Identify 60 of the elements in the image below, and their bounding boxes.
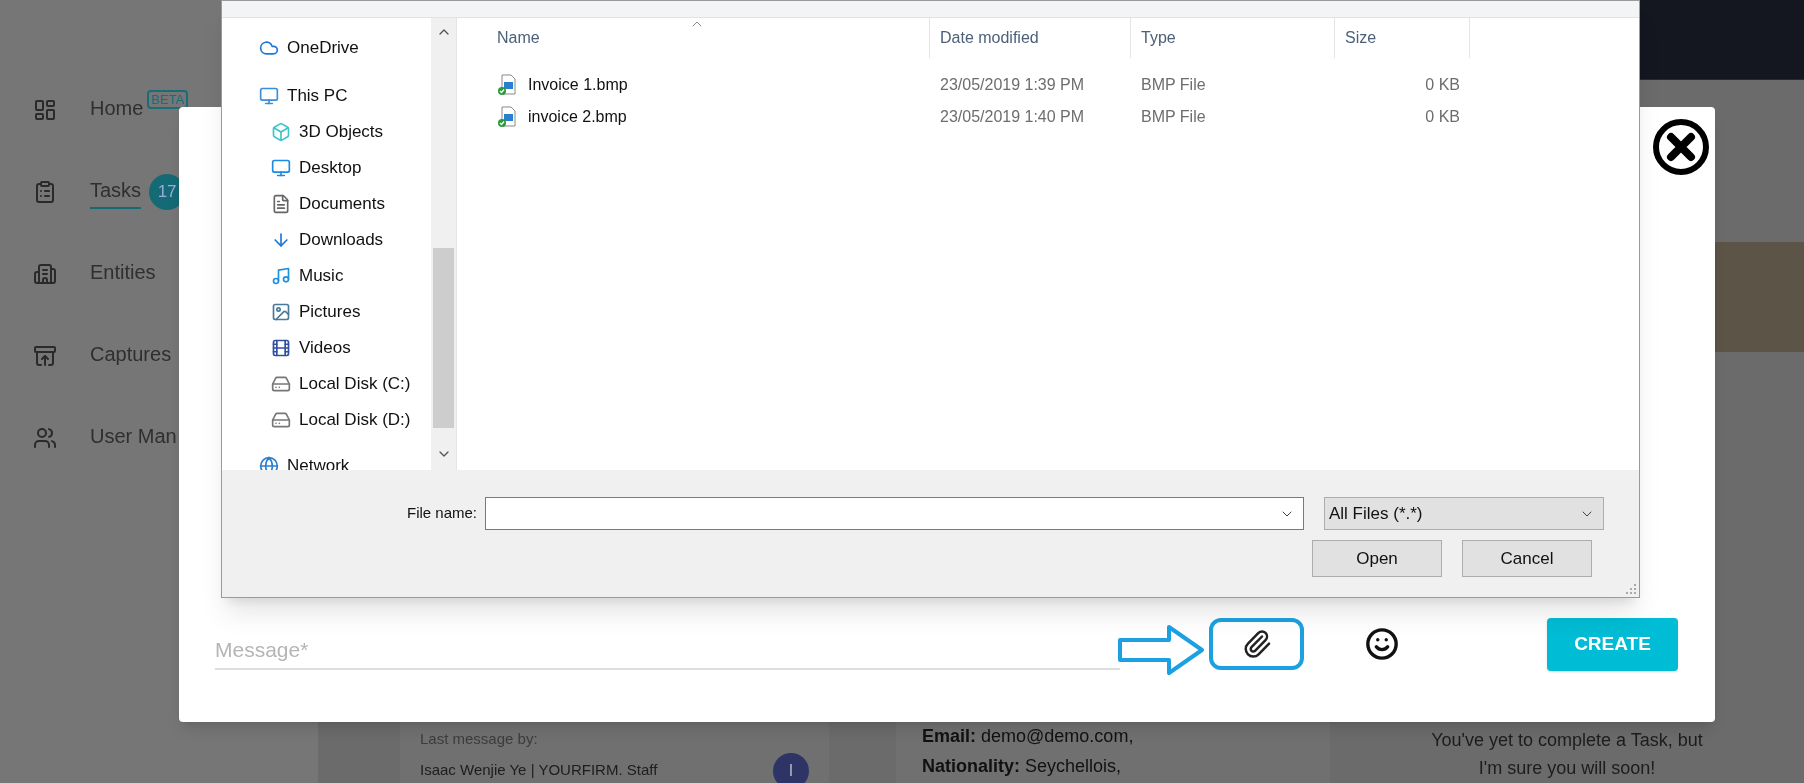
music-note-icon xyxy=(271,266,291,286)
desktop-icon xyxy=(271,158,291,178)
drive-icon xyxy=(271,410,291,430)
column-header[interactable]: Size xyxy=(1335,18,1470,58)
arrow-icon xyxy=(1117,624,1205,676)
nav-item[interactable]: Pictures xyxy=(222,294,431,330)
document-icon xyxy=(271,194,291,214)
nav-item[interactable]: OneDrive xyxy=(222,30,431,66)
column-header[interactable]: Name xyxy=(465,18,930,58)
file-name: Invoice 1.bmp xyxy=(528,75,628,95)
file-type: BMP File xyxy=(1140,107,1207,127)
image-file-icon xyxy=(497,74,517,96)
cube-icon xyxy=(271,122,291,142)
monitor-icon xyxy=(259,86,279,106)
picture-icon xyxy=(271,302,291,322)
file-size: 0 KB xyxy=(1424,107,1460,127)
nav-item[interactable]: Local Disk (C:) xyxy=(222,366,431,402)
attach-button[interactable] xyxy=(1209,618,1304,670)
detail-text: Nationality: Seychellois, xyxy=(922,755,1123,777)
file-date: 23/05/2019 1:40 PM xyxy=(939,107,1086,127)
tasks-message: You've yet to complete a Task, but I'm sure you will soon! xyxy=(1430,729,1704,780)
detail-text: Email: demo@demo.com, xyxy=(922,725,1135,747)
file-type: BMP File xyxy=(1140,75,1207,95)
file-row[interactable]: Invoice 1.bmp 23/05/2019 1:39 PM BMP File 0 KB xyxy=(465,69,1639,101)
file-row[interactable]: invoice 2.bmp 23/05/2019 1:40 PM BMP File 0 KB xyxy=(465,101,1639,133)
avatar: I xyxy=(773,752,809,783)
nav-item[interactable]: This PC xyxy=(222,78,431,114)
nav-item[interactable]: Music xyxy=(222,258,431,294)
file-size: 0 KB xyxy=(1424,75,1460,95)
file-date: 23/05/2019 1:39 PM xyxy=(939,75,1086,95)
dialog-button[interactable]: Open xyxy=(1312,540,1442,577)
nav-item[interactable]: Documents xyxy=(222,186,431,222)
column-header[interactable]: Type xyxy=(1131,18,1335,58)
image-file-icon xyxy=(497,106,517,128)
nav-item[interactable]: Desktop xyxy=(222,150,431,186)
dashboard-icon xyxy=(33,98,57,122)
clipboard-icon xyxy=(33,180,57,204)
nav-item[interactable]: 3D Objects xyxy=(222,114,431,150)
close-icon[interactable] xyxy=(1652,118,1710,176)
column-header[interactable]: Date modified xyxy=(930,18,1131,58)
cloud-icon xyxy=(259,38,279,58)
inbox-icon xyxy=(33,344,57,368)
file-type-select[interactable]: All Files (*.*) xyxy=(1324,497,1604,530)
dialog-button[interactable]: Cancel xyxy=(1462,540,1592,577)
drive-icon xyxy=(271,374,291,394)
resize-grip-icon[interactable] xyxy=(1626,584,1636,594)
globe-icon xyxy=(259,456,279,470)
message-field[interactable]: Message* xyxy=(215,618,1120,670)
file-name: invoice 2.bmp xyxy=(528,107,627,127)
people-icon xyxy=(33,426,57,450)
smiley-icon xyxy=(1365,627,1399,661)
author-name: Isaac Wenjie Ye | YOURFIRM. Staff xyxy=(420,760,658,781)
file-name-field[interactable] xyxy=(485,497,1304,530)
nav-item[interactable]: Videos xyxy=(222,330,431,366)
scrollbar-thumb[interactable] xyxy=(433,248,454,428)
file-name-label: File name: xyxy=(405,503,478,524)
film-icon xyxy=(271,338,291,358)
nav-item[interactable]: Downloads xyxy=(222,222,431,258)
building-icon xyxy=(33,262,57,286)
nav-item[interactable]: Local Disk (D:) xyxy=(222,402,431,438)
